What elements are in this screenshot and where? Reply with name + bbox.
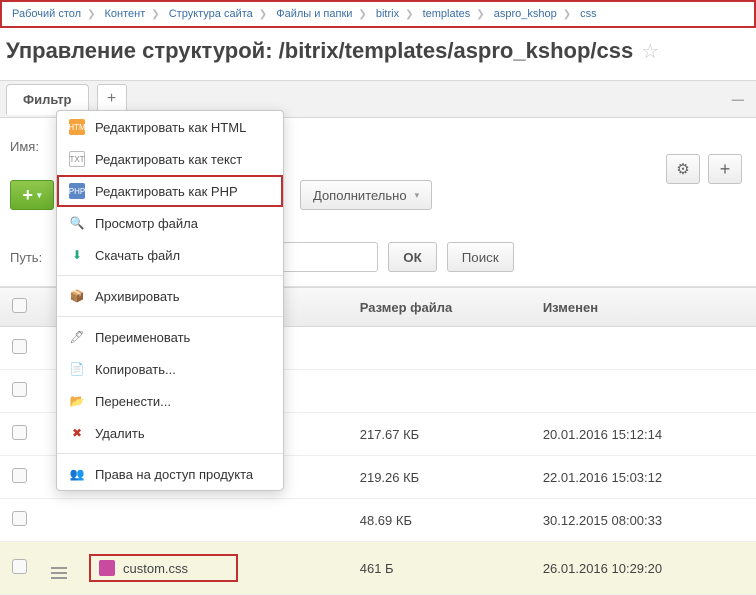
- cell-modified: 22.01.2016 15:03:12: [531, 456, 756, 499]
- menu-label: Архивировать: [95, 289, 180, 304]
- breadcrumb-item[interactable]: aspro_kshop: [494, 8, 557, 20]
- filter-collapse-button[interactable]: –: [726, 86, 750, 112]
- breadcrumb-item[interactable]: Рабочий стол: [12, 8, 81, 20]
- breadcrumb: Рабочий стол❯ Контент❯ Структура сайта❯ …: [4, 4, 752, 24]
- menu-separator: [57, 275, 283, 276]
- menu-move[interactable]: Перенести...: [57, 385, 283, 417]
- path-label: Путь:: [10, 250, 42, 265]
- cell-modified: 26.01.2016 10:29:20: [531, 542, 756, 595]
- breadcrumb-item[interactable]: Файлы и папки: [276, 8, 352, 20]
- chevron-down-icon: ▾: [415, 190, 420, 201]
- menu-delete[interactable]: Удалить: [57, 417, 283, 449]
- cell-size: 48.69 КБ: [348, 499, 531, 542]
- download-icon: [69, 247, 85, 263]
- menu-label: Копировать...: [95, 362, 176, 377]
- table-row[interactable]: 48.69 КБ 30.12.2015 08:00:33: [0, 499, 756, 542]
- menu-edit-html[interactable]: HTM Редактировать как HTML: [57, 111, 283, 143]
- chevron-right-icon: ❯: [476, 9, 484, 20]
- cell-size: 217.67 КБ: [348, 413, 531, 456]
- rename-icon: [69, 329, 85, 345]
- row-checkbox[interactable]: [12, 382, 27, 397]
- additional-label: Дополнительно: [313, 188, 407, 203]
- file-name[interactable]: custom.css: [123, 561, 188, 576]
- gear-icon: ⚙: [676, 160, 689, 178]
- menu-label: Просмотр файла: [95, 216, 198, 231]
- row-checkbox[interactable]: [12, 339, 27, 354]
- menu-rename[interactable]: Переименовать: [57, 321, 283, 353]
- select-all-checkbox[interactable]: [12, 298, 27, 313]
- menu-label: Редактировать как PHP: [95, 184, 238, 199]
- row-checkbox[interactable]: [12, 468, 27, 483]
- chevron-right-icon: ❯: [405, 9, 413, 20]
- menu-copy[interactable]: Копировать...: [57, 353, 283, 385]
- permissions-icon: [69, 466, 85, 482]
- create-button[interactable]: +▾: [10, 180, 54, 210]
- menu-label: Редактировать как HTML: [95, 120, 246, 135]
- chevron-right-icon: ❯: [151, 9, 159, 20]
- cell-modified: 20.01.2016 15:12:14: [531, 413, 756, 456]
- row-checkbox[interactable]: [12, 425, 27, 440]
- chevron-down-icon: ▾: [37, 190, 42, 201]
- php-icon: PHP: [69, 183, 85, 199]
- menu-download[interactable]: Скачать файл: [57, 239, 283, 271]
- add-button[interactable]: +: [708, 154, 742, 184]
- menu-permissions[interactable]: Права на доступ продукта: [57, 458, 283, 490]
- selected-file: custom.css: [89, 554, 238, 582]
- txt-icon: TXT: [69, 151, 85, 167]
- cell-modified: 30.12.2015 08:00:33: [531, 499, 756, 542]
- row-checkbox[interactable]: [12, 559, 27, 574]
- col-size[interactable]: Размер файла: [348, 288, 531, 327]
- plus-icon: +: [720, 159, 731, 180]
- menu-edit-text[interactable]: TXT Редактировать как текст: [57, 143, 283, 175]
- menu-label: Перенести...: [95, 394, 171, 409]
- menu-edit-php[interactable]: PHP Редактировать как PHP: [57, 175, 283, 207]
- chevron-right-icon: ❯: [87, 9, 95, 20]
- ok-button[interactable]: ОК: [388, 242, 437, 272]
- cell-size: 461 Б: [348, 542, 531, 595]
- cell-size: 219.26 КБ: [348, 456, 531, 499]
- row-checkbox[interactable]: [12, 511, 27, 526]
- copy-icon: [69, 361, 85, 377]
- archive-icon: [69, 288, 85, 304]
- menu-separator: [57, 453, 283, 454]
- col-checkbox: [0, 288, 39, 327]
- table-row[interactable]: custom.css 461 Б 26.01.2016 10:29:20: [0, 542, 756, 595]
- breadcrumb-item[interactable]: bitrix: [376, 8, 399, 20]
- move-icon: [69, 393, 85, 409]
- delete-icon: [69, 425, 85, 441]
- page-title: Управление структурой: /bitrix/templates…: [6, 38, 633, 64]
- menu-label: Редактировать как текст: [95, 152, 242, 167]
- chevron-right-icon: ❯: [259, 9, 267, 20]
- favorite-star-icon[interactable]: ☆: [641, 39, 659, 64]
- css-file-icon: [99, 560, 115, 576]
- search-button[interactable]: Поиск: [447, 242, 514, 272]
- menu-archive[interactable]: Архивировать: [57, 280, 283, 312]
- menu-label: Скачать файл: [95, 248, 180, 263]
- context-menu: HTM Редактировать как HTML TXT Редактиро…: [56, 110, 284, 491]
- menu-separator: [57, 316, 283, 317]
- breadcrumb-item[interactable]: Структура сайта: [169, 8, 253, 20]
- menu-view-file[interactable]: Просмотр файла: [57, 207, 283, 239]
- additional-dropdown[interactable]: Дополнительно ▾: [300, 180, 432, 210]
- breadcrumb-item[interactable]: css: [580, 8, 597, 20]
- breadcrumb-item[interactable]: Контент: [105, 8, 146, 20]
- html-icon: HTM: [69, 119, 85, 135]
- menu-label: Права на доступ продукта: [95, 467, 253, 482]
- name-label: Имя:: [10, 139, 58, 154]
- settings-button[interactable]: ⚙: [666, 154, 700, 184]
- chevron-right-icon: ❯: [563, 9, 571, 20]
- magnifier-icon: [69, 215, 85, 231]
- menu-label: Удалить: [95, 426, 145, 441]
- menu-label: Переименовать: [95, 330, 190, 345]
- chevron-right-icon: ❯: [358, 9, 366, 20]
- col-modified[interactable]: Изменен: [531, 288, 756, 327]
- breadcrumb-item[interactable]: templates: [423, 8, 471, 20]
- row-actions-button[interactable]: [51, 567, 67, 579]
